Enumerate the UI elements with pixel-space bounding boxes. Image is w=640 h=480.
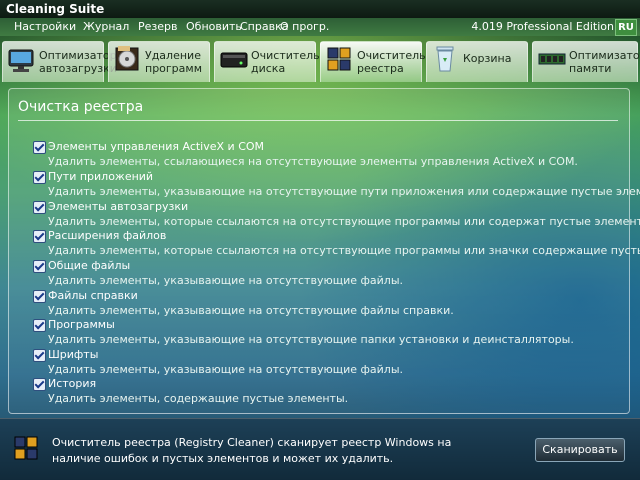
language-badge[interactable]: RU — [615, 19, 637, 36]
option-checkbox[interactable] — [33, 230, 46, 243]
option-description: Удалить элементы, содержащие пустые элем… — [48, 392, 349, 405]
tab-recycle-bin[interactable]: Корзина — [426, 41, 528, 82]
option-checkbox[interactable] — [33, 290, 46, 303]
option-checkbox[interactable] — [33, 349, 46, 362]
option-checkbox[interactable] — [33, 260, 46, 273]
tab-startup-optimizer[interactable]: Оптимизатор автозагрузки — [2, 41, 117, 82]
option-description: Удалить элементы, ссылающиеся на отсутст… — [48, 155, 578, 168]
option-label[interactable]: Расширения файлов — [48, 229, 166, 242]
option-label[interactable]: Программы — [48, 318, 115, 331]
tab-disk-cleaner-label: Очиститель диска — [251, 49, 320, 75]
panel-title: Очистка реестра — [18, 99, 144, 115]
menu-backup[interactable]: Резерв — [138, 20, 177, 33]
footer-description: Очиститель реестра (Registry Cleaner) ск… — [52, 436, 452, 465]
registry-cleaner-icon — [327, 47, 351, 71]
status-footer: Очиститель реестра (Registry Cleaner) ск… — [0, 418, 640, 480]
option-label[interactable]: Элементы автозагрузки — [48, 200, 188, 213]
tab-memory-optimizer[interactable]: Оптимизатор памяти — [532, 41, 640, 82]
panel-divider — [18, 120, 618, 121]
title-bar: Cleaning Suite — [0, 0, 640, 18]
tab-recycle-bin-label: Корзина — [463, 52, 512, 65]
tab-registry-cleaner-label: Очиститель реестра — [357, 49, 426, 75]
menu-bar: Настройки Журнал Резерв Обновить Справка… — [0, 18, 640, 36]
option-label[interactable]: Шрифты — [48, 348, 98, 361]
option-description: Удалить элементы, которые ссылаются на о… — [48, 244, 640, 257]
tab-registry-cleaner[interactable]: Очиститель реестра — [320, 41, 426, 82]
menu-settings[interactable]: Настройки — [14, 20, 76, 33]
menu-about[interactable]: О прогр. — [280, 20, 329, 33]
startup-optimizer-icon — [8, 49, 34, 72]
option-description: Удалить элементы, указывающие на отсутст… — [48, 304, 454, 317]
app-title: Cleaning Suite — [6, 2, 105, 16]
option-checkbox[interactable] — [33, 319, 46, 332]
memory-optimizer-icon — [538, 53, 566, 65]
option-label[interactable]: Элементы управления ActiveX и COM — [48, 140, 264, 153]
tab-uninstall-programs-label: Удаление программ — [145, 49, 203, 75]
option-description: Удалить элементы, которые ссылаются на о… — [48, 215, 640, 228]
scan-button[interactable]: Сканировать — [535, 438, 625, 462]
option-label[interactable]: Общие файлы — [48, 259, 130, 272]
option-checkbox[interactable] — [33, 378, 46, 391]
option-checkbox[interactable] — [33, 171, 46, 184]
app-window: Cleaning Suite Настройки Журнал Резерв О… — [0, 0, 640, 480]
registry-cleaner-icon — [14, 436, 38, 460]
menu-update[interactable]: Обновить — [186, 20, 242, 33]
recycle-bin-icon — [436, 46, 454, 72]
option-checkbox[interactable] — [33, 201, 46, 214]
tab-uninstall-programs[interactable]: Удаление программ — [108, 41, 210, 82]
option-checkbox[interactable] — [33, 141, 46, 154]
tab-memory-optimizer-label: Оптимизатор памяти — [569, 49, 640, 75]
option-description: Удалить элементы, указывающие на отсутст… — [48, 274, 404, 287]
tab-startup-optimizer-label: Оптимизатор автозагрузки — [39, 49, 117, 75]
option-label[interactable]: Файлы справки — [48, 289, 138, 302]
menu-log[interactable]: Журнал — [83, 20, 129, 33]
option-description: Удалить элементы, указывающие на отсутст… — [48, 185, 640, 198]
option-label[interactable]: История — [48, 377, 96, 390]
uninstall-programs-icon — [115, 46, 139, 71]
disk-cleaner-icon — [220, 52, 248, 68]
option-description: Удалить элементы, указывающие на отсутст… — [48, 363, 404, 376]
tab-disk-cleaner[interactable]: Очиститель диска — [214, 41, 320, 82]
edition-label: 4.019 Professional Edition — [471, 20, 614, 33]
feature-tabs: Оптимизатор автозагрузки Удаление программ… — [0, 37, 640, 83]
option-label[interactable]: Пути приложений — [48, 170, 153, 183]
option-description: Удалить элементы, указывающие на отсутст… — [48, 333, 574, 346]
